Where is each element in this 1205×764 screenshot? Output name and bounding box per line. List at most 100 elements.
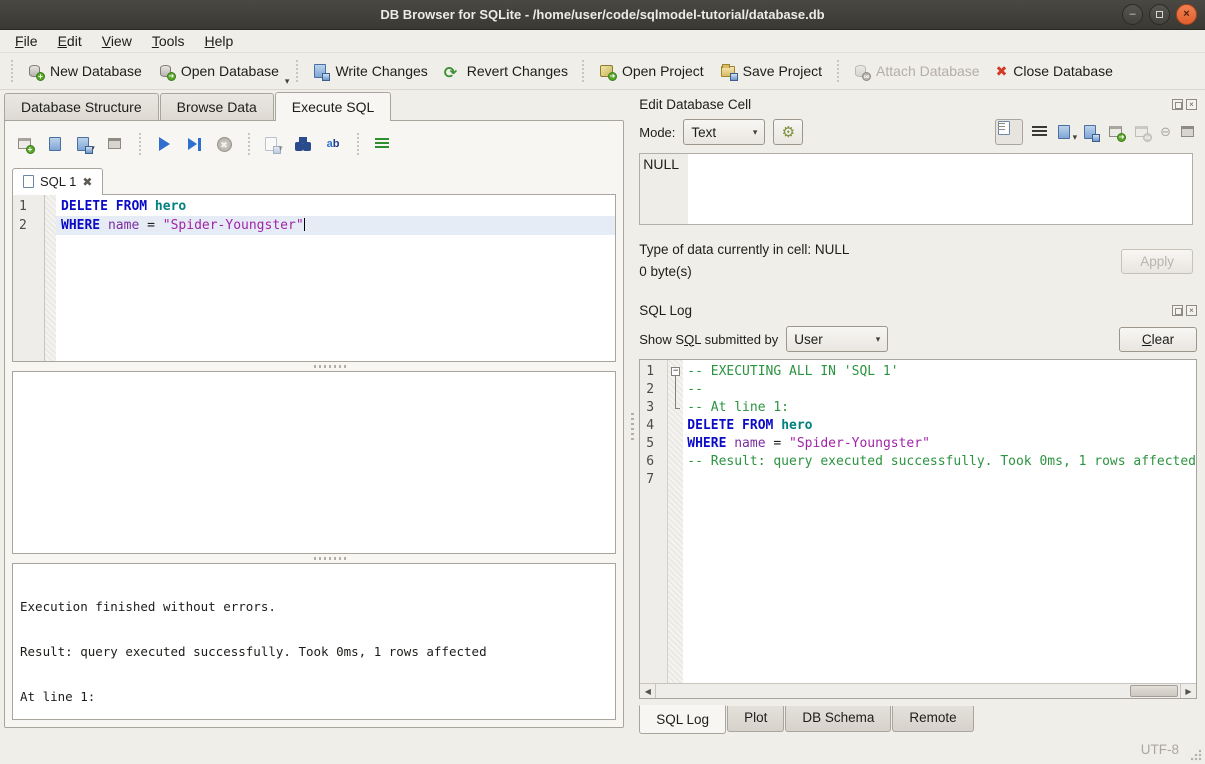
message-line: Result: query executed successfully. Too… <box>20 644 608 659</box>
dock-tab-plot[interactable]: Plot <box>727 706 784 732</box>
menu-edit[interactable]: Edit <box>49 31 91 51</box>
open-external-button[interactable]: ➜ <box>1108 124 1125 141</box>
open-database-dropdown[interactable]: ▾ <box>285 76 290 89</box>
menu-view[interactable]: View <box>93 31 141 51</box>
scroll-left-icon[interactable]: ◀ <box>640 684 656 698</box>
dock-tab-remote[interactable]: Remote <box>892 706 973 732</box>
open-database-button[interactable]: ➜ Open Database <box>150 58 287 85</box>
copy-link-button: ∞ <box>1134 124 1151 141</box>
auto-switch-mode-button[interactable]: ⚙ <box>773 119 803 145</box>
find-replace-button[interactable]: ab <box>320 132 346 156</box>
scroll-right-icon[interactable]: ▶ <box>1180 684 1196 698</box>
open-project-button[interactable]: ➜ Open Project <box>591 58 712 85</box>
clear-log-button[interactable]: Clear <box>1119 327 1197 352</box>
find-button[interactable] <box>290 132 316 156</box>
sql1-tab-close-icon[interactable]: ✖ <box>82 175 92 189</box>
tab-execute-sql[interactable]: Execute SQL <box>275 92 392 121</box>
close-button[interactable]: × <box>1176 4 1197 25</box>
mode-label: Mode: <box>639 125 675 140</box>
sql-editor[interactable]: 1 2 DELETE FROM hero WHERE name = "Spide… <box>12 194 616 362</box>
minimize-button[interactable]: – <box>1122 4 1143 25</box>
sql-tab-row: SQL 1 ✖ <box>12 165 616 194</box>
chevron-down-icon: ▾ <box>876 334 881 345</box>
resize-grip[interactable] <box>1190 749 1202 761</box>
new-sql-tab-button[interactable]: + <box>12 132 38 156</box>
splitter-handle[interactable] <box>12 554 616 563</box>
text-cursor <box>304 218 305 231</box>
tab-database-structure[interactable]: Database Structure <box>4 93 159 121</box>
open-sql-file-button[interactable] <box>42 132 68 156</box>
text-view-button[interactable] <box>995 119 1023 145</box>
print-cell-button[interactable] <box>1180 124 1197 141</box>
import-cell-button[interactable]: ▾ <box>1056 124 1073 141</box>
execute-sql-panel: + ▾ ✖ <box>4 120 624 728</box>
sql-log-title: SQL Log <box>639 303 692 318</box>
execute-line-button[interactable] <box>181 132 207 156</box>
cell-type-info: Type of data currently in cell: NULL <box>639 239 849 261</box>
gear-icon: ⚙ <box>782 123 795 141</box>
maximize-button[interactable] <box>1149 4 1170 25</box>
editor-code-area[interactable]: DELETE FROM hero WHERE name = "Spider-Yo… <box>56 195 615 361</box>
dock-tabbar: SQL Log Plot DB Schema Remote <box>637 699 1199 735</box>
window-title: DB Browser for SQLite - /home/user/code/… <box>380 7 824 22</box>
results-grid[interactable] <box>12 371 616 554</box>
fold-collapse-icon[interactable]: − <box>671 367 680 376</box>
window-controls: – × <box>1122 4 1197 25</box>
mode-select[interactable]: Text ▾ <box>683 119 765 145</box>
stop-icon: ✖ <box>217 137 232 152</box>
close-database-icon: ✖ <box>996 63 1008 80</box>
editor-line-numbers: 1 2 <box>13 195 45 361</box>
print-sql-button[interactable] <box>102 132 128 156</box>
stop-button: ✖ <box>211 132 237 156</box>
word-wrap-icon[interactable] <box>1032 126 1047 138</box>
dock-close-icon[interactable]: × <box>1186 305 1197 316</box>
toolbar-separator <box>355 133 360 155</box>
message-line: At line 1: <box>20 689 608 704</box>
dock-close-icon[interactable]: × <box>1186 99 1197 110</box>
open-database-icon: ➜ <box>158 63 175 80</box>
scrollbar-thumb[interactable] <box>1130 685 1178 697</box>
new-database-button[interactable]: + New Database <box>19 58 150 85</box>
sql-document-icon <box>23 175 34 188</box>
log-fold-margin[interactable]: − <box>668 360 683 683</box>
code-line: DELETE FROM hero <box>56 197 615 216</box>
toolbar-separator <box>581 60 586 82</box>
menu-tools[interactable]: Tools <box>143 31 194 51</box>
execute-all-button[interactable] <box>151 132 177 156</box>
menu-file[interactable]: File <box>6 31 47 51</box>
dock-float-icon[interactable] <box>1172 99 1183 110</box>
log-code-area[interactable]: -- EXECUTING ALL IN 'SQL 1' -- -- At lin… <box>683 360 1196 683</box>
text-document-icon <box>996 120 1013 137</box>
new-database-icon: + <box>27 63 44 80</box>
tab-browse-data[interactable]: Browse Data <box>160 93 274 121</box>
sql-toolbar: + ▾ ✖ <box>12 129 616 159</box>
menu-help[interactable]: Help <box>196 31 243 51</box>
write-changes-button[interactable]: Write Changes <box>304 58 435 85</box>
splitter-handle[interactable] <box>12 362 616 371</box>
submitted-by-select[interactable]: User ▾ <box>786 326 888 352</box>
log-horizontal-scrollbar[interactable]: ◀ ▶ <box>640 683 1196 698</box>
save-project-button[interactable]: Save Project <box>712 58 830 85</box>
print-icon <box>107 136 124 153</box>
write-changes-icon <box>312 63 329 80</box>
save-sql-file-button[interactable]: ▾ <box>72 132 98 156</box>
dock-float-icon[interactable] <box>1172 305 1183 316</box>
editor-fold-margin <box>45 195 56 361</box>
revert-changes-button[interactable]: ⟳ Revert Changes <box>436 58 576 85</box>
chevron-down-icon: ▾ <box>753 127 758 138</box>
edit-cell-title: Edit Database Cell <box>639 97 751 112</box>
close-database-button[interactable]: ✖ Close Database <box>988 58 1121 85</box>
encoding-indicator[interactable]: UTF-8 <box>1141 742 1179 757</box>
find-icon <box>295 137 311 151</box>
sql1-tab[interactable]: SQL 1 ✖ <box>12 168 103 195</box>
dock-tab-db-schema[interactable]: DB Schema <box>785 706 891 732</box>
format-sql-button[interactable] <box>369 132 395 156</box>
main-area: Database Structure Browse Data Execute S… <box>0 91 1205 735</box>
export-cell-button[interactable] <box>1082 124 1099 141</box>
cell-value-editor[interactable]: NULL <box>639 153 1193 225</box>
save-sql-icon <box>75 136 92 153</box>
dock-tab-sql-log[interactable]: SQL Log <box>639 705 726 734</box>
statusbar: UTF-8 <box>0 735 1205 764</box>
revert-changes-icon: ⟳ <box>444 63 461 80</box>
attach-database-button: ∞ Attach Database <box>845 58 988 85</box>
